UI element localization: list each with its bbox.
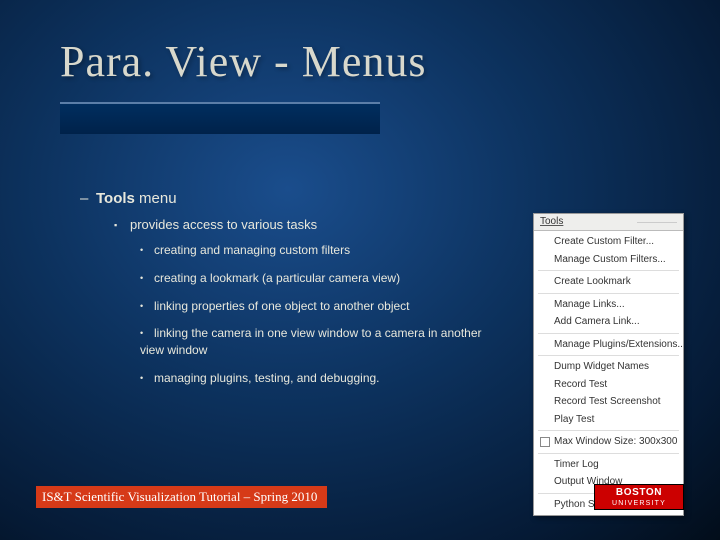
bullet-lvl2-text: provides access to various tasks <box>130 217 317 232</box>
dot-bullet-icon: • <box>140 272 154 285</box>
title-underline <box>60 102 380 134</box>
bullet-lvl1-rest: menu <box>135 190 177 207</box>
logo-line1: BOSTON <box>616 488 662 498</box>
bullet-lvl2: ▪provides access to various tasks <box>114 217 500 232</box>
menu-item[interactable]: Add Camera Link... <box>534 313 683 331</box>
menu-item-label: Max Window Size: 300x300 <box>554 435 677 449</box>
menu-body: Create Custom Filter...Manage Custom Fil… <box>534 231 683 515</box>
menu-header-label: Tools <box>540 216 563 227</box>
dot-bullet-icon: • <box>140 300 154 313</box>
boston-university-logo: BOSTON UNIVERSITY <box>594 484 684 510</box>
menu-item[interactable]: Manage Links... <box>534 296 683 314</box>
bullet-lvl3: •linking properties of one object to ano… <box>140 298 500 315</box>
menu-item[interactable]: Max Window Size: 300x300 <box>534 433 683 451</box>
dot-bullet-icon: • <box>140 327 154 340</box>
footer-bar: IS&T Scientific Visualization Tutorial –… <box>36 486 327 508</box>
menu-item[interactable]: Manage Custom Filters... <box>534 251 683 269</box>
menu-item[interactable]: Create Lookmark <box>534 273 683 291</box>
logo-line2: UNIVERSITY <box>612 500 666 507</box>
dot-bullet-icon: • <box>140 372 154 385</box>
menu-separator <box>538 270 679 271</box>
grip-icon <box>637 222 677 223</box>
tools-menu-screenshot: Tools Create Custom Filter...Manage Cust… <box>533 213 684 516</box>
dash-icon: – <box>80 190 96 207</box>
square-bullet-icon: ▪ <box>114 220 130 230</box>
menu-item[interactable]: Manage Plugins/Extensions... <box>534 336 683 354</box>
menu-header[interactable]: Tools <box>534 214 683 231</box>
checkbox-icon[interactable] <box>540 437 550 447</box>
menu-item[interactable]: Dump Widget Names <box>534 358 683 376</box>
menu-separator <box>538 453 679 454</box>
menu-item[interactable]: Timer Log <box>534 456 683 474</box>
dot-bullet-icon: • <box>140 244 154 257</box>
bullet-lvl1: – Tools menu <box>80 190 500 207</box>
title-block: Para. View - Menus <box>60 38 660 134</box>
bullet-lvl3: •managing plugins, testing, and debuggin… <box>140 370 500 387</box>
content-block: – Tools menu ▪provides access to various… <box>80 190 500 398</box>
menu-separator <box>538 333 679 334</box>
bullet-lvl1-bold: Tools <box>96 190 135 207</box>
slide-title: Para. View - Menus <box>60 38 660 88</box>
bullet-lvl3: •creating and managing custom filters <box>140 242 500 259</box>
menu-separator <box>538 293 679 294</box>
bullet-lvl3: •linking the camera in one view window t… <box>140 325 500 359</box>
menu-item[interactable]: Play Test <box>534 411 683 429</box>
menu-separator <box>538 430 679 431</box>
bullet-lvl3-list: •creating and managing custom filters •c… <box>140 242 500 387</box>
menu-item[interactable]: Record Test Screenshot <box>534 393 683 411</box>
menu-separator <box>538 355 679 356</box>
menu-item[interactable]: Create Custom Filter... <box>534 233 683 251</box>
menu-item[interactable]: Record Test <box>534 376 683 394</box>
bullet-lvl3: •creating a lookmark (a particular camer… <box>140 270 500 287</box>
